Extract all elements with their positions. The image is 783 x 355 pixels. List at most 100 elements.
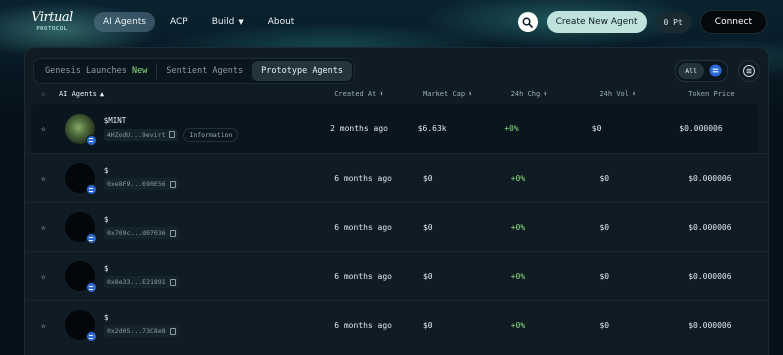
header-mcap-label: Market Cap <box>422 90 466 98</box>
volume-cell: $0 <box>599 173 610 183</box>
sort-asc-icon: ▲ <box>99 90 105 98</box>
nav-acp-label: ACP <box>170 17 188 27</box>
nav-build-label: Build <box>211 17 235 27</box>
favorite-star-icon[interactable]: ☆ <box>41 272 59 281</box>
address-text: 0x8e33...E21891 <box>106 278 166 286</box>
table-row[interactable]: ☆ $MINT 4HZodU...9evirt Information 2 mo… <box>31 104 758 153</box>
tab-prototype-label: Prototype Agents <box>261 65 344 76</box>
favorite-header[interactable]: ☆ <box>41 90 59 98</box>
tab-prototype-agents[interactable]: Prototype Agents <box>252 60 353 81</box>
header-created-at[interactable]: Created At ⬍ <box>334 90 423 98</box>
copy-icon[interactable] <box>169 327 176 335</box>
chain-badge-icon <box>85 331 97 342</box>
filter-base-chain-button[interactable] <box>706 63 725 78</box>
nav-about[interactable]: About <box>259 12 304 32</box>
create-new-agent-button[interactable]: Create New Agent <box>546 11 647 33</box>
table-row[interactable]: ☆ $ 0x2d05...73C8e8 6 months ago $0 +0% … <box>25 300 768 349</box>
header-vol-label: 24h Vol <box>599 90 629 98</box>
created-at-cell: 6 months ago <box>334 320 392 330</box>
address-text: 0xe8F9...690E56 <box>106 180 166 188</box>
table-row[interactable]: ☆ $ 0xe8F9...690E56 6 months ago $0 +0% … <box>25 153 768 202</box>
change-cell: +0% <box>510 173 526 183</box>
tab-genesis-label: Genesis Launches <box>45 65 127 76</box>
chevron-down-icon: ▼ <box>238 18 244 26</box>
logo-subtitle: PROTOCOL <box>36 26 68 32</box>
copy-icon[interactable] <box>169 229 176 237</box>
copy-icon[interactable] <box>169 180 176 188</box>
volume-cell: $0 <box>591 124 602 133</box>
virtuals-logo[interactable]: Virtual PROTOCOL <box>28 7 76 37</box>
search-button[interactable] <box>517 12 538 32</box>
header-24h-chg[interactable]: 24h Chg ⬍ <box>511 90 600 98</box>
header-chg-label: 24h Chg <box>510 90 541 98</box>
nav-build[interactable]: Build ▼ <box>203 12 253 32</box>
table-row[interactable]: ☆ $ 0x8e33...E21891 6 months ago $0 +0% … <box>25 251 768 300</box>
address-text: 0x709c...d07036 <box>106 229 166 237</box>
avatar <box>64 212 97 244</box>
header-price-label: Token Price <box>688 90 735 98</box>
header-market-cap[interactable]: Market Cap ⬍ <box>423 90 511 98</box>
chain-badge-icon <box>85 233 97 244</box>
connect-button[interactable]: Connect <box>699 10 767 34</box>
favorite-star-icon[interactable]: ☆ <box>41 174 59 183</box>
avatar <box>64 261 97 293</box>
token-price-cell: $0.000006 <box>679 124 723 133</box>
nav-ai-agents-label: AI Agents <box>103 17 147 27</box>
contract-address[interactable]: 0x709c...d07036 <box>103 227 179 239</box>
chain-filter: All <box>675 59 728 82</box>
agent-tabs: Genesis Launches New Sentient Agents Pro… <box>33 57 356 84</box>
tab-sentient-agents[interactable]: Sentient Agents <box>157 61 252 81</box>
nav-about-label: About <box>267 17 295 27</box>
change-cell: +0% <box>504 124 519 133</box>
header-ai-agents[interactable]: AI Agents ▲ <box>59 90 334 98</box>
address-text: 4HZodU...9evirt <box>106 130 166 139</box>
change-cell: +0% <box>510 222 526 232</box>
volume-cell: $0 <box>599 320 610 330</box>
favorite-star-icon[interactable]: ☆ <box>41 124 59 133</box>
volume-cell: $0 <box>599 271 610 281</box>
points-badge[interactable]: 0 Pt <box>655 11 691 33</box>
top-header: Virtual PROTOCOL AI Agents ACP Build ▼ Ab… <box>0 0 783 44</box>
nav-ai-agents[interactable]: AI Agents <box>94 12 156 32</box>
favorite-star-icon[interactable]: ☆ <box>41 321 59 330</box>
contract-address[interactable]: 0x2d05...73C8e8 <box>103 325 179 337</box>
favorite-star-icon[interactable]: ☆ <box>41 223 59 232</box>
header-24h-vol[interactable]: 24h Vol ⬍ <box>599 90 688 98</box>
logo-script: Virtual <box>31 10 73 25</box>
agent-ticker: $ <box>103 313 109 322</box>
token-price-cell: $0.000006 <box>688 222 732 232</box>
sort-icon: ⬍ <box>543 90 548 98</box>
contract-address[interactable]: 0xe8F9...690E56 <box>103 178 179 190</box>
change-cell: +0% <box>510 271 526 281</box>
contract-address[interactable]: 4HZodU...9evirt <box>103 128 179 141</box>
agent-ticker: $ <box>103 264 109 273</box>
agent-ticker: $MINT <box>103 115 127 125</box>
market-cap-cell: $0 <box>422 320 433 330</box>
token-price-cell: $0.000006 <box>688 173 732 183</box>
tab-sentient-label: Sentient Agents <box>166 65 244 76</box>
agent-ticker: $ <box>103 166 109 175</box>
nav-acp[interactable]: ACP <box>161 12 197 32</box>
avatar <box>64 163 97 195</box>
base-chain-icon <box>709 64 722 77</box>
token-price-cell: $0.000006 <box>688 320 732 330</box>
copy-icon[interactable] <box>169 278 176 286</box>
chain-badge-icon <box>85 282 97 293</box>
header-created-label: Created At <box>334 90 377 98</box>
contract-address[interactable]: 0x8e33...E21891 <box>103 276 179 288</box>
copy-icon[interactable] <box>169 131 176 138</box>
filter-all-button[interactable]: All <box>678 62 704 79</box>
tab-genesis-launches[interactable]: Genesis Launches New <box>36 61 156 81</box>
table-row[interactable]: ☆ $ 0x709c...d07036 6 months ago $0 +0% … <box>25 202 768 251</box>
list-view-button[interactable] <box>738 59 760 82</box>
agents-panel: Genesis Launches New Sentient Agents Pro… <box>24 47 769 355</box>
list-icon <box>743 64 755 77</box>
table-header: ☆ AI Agents ▲ Created At ⬍ Market Cap ⬍ 24h… <box>25 84 768 104</box>
change-cell: +0% <box>510 320 526 330</box>
market-cap-cell: $0 <box>422 173 433 183</box>
header-token-price[interactable]: Token Price <box>688 90 768 98</box>
market-cap-cell: $0 <box>422 222 433 232</box>
chain-badge-icon <box>85 184 97 195</box>
search-icon <box>522 17 534 28</box>
avatar <box>64 113 97 146</box>
